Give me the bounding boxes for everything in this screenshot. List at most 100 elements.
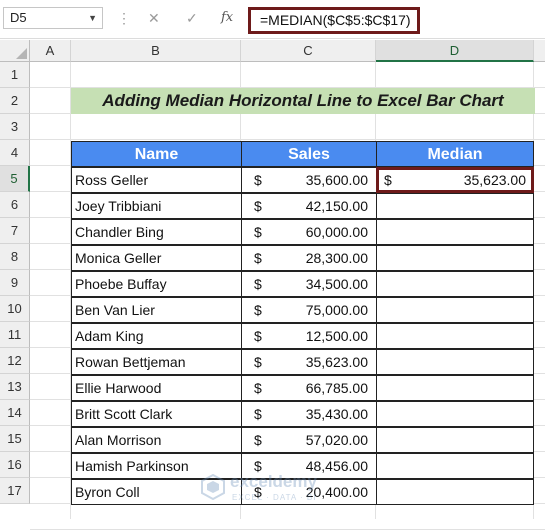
- sales-amount: 35,430.00: [305, 406, 368, 422]
- sales-cell[interactable]: $35,430.00: [241, 401, 377, 427]
- select-all-button[interactable]: [0, 40, 30, 62]
- formula-bar: D5 ▼ ⋮ ✕ ✓ fx =MEDIAN($C$5:$C$17): [0, 0, 545, 40]
- column-header-b[interactable]: B: [71, 40, 241, 62]
- gridline: [30, 139, 545, 140]
- name-cell[interactable]: Joey Tribbiani: [71, 193, 242, 219]
- sales-amount: 35,623.00: [305, 354, 368, 370]
- row-header-10[interactable]: 10: [0, 296, 30, 322]
- header-name: Name: [71, 141, 242, 167]
- median-cell[interactable]: [376, 349, 534, 375]
- median-cell[interactable]: [376, 245, 534, 271]
- sales-amount: 28,300.00: [305, 250, 368, 266]
- name-cell[interactable]: Monica Geller: [71, 245, 242, 271]
- name-cell[interactable]: Ben Van Lier: [71, 297, 242, 323]
- sales-currency: $: [254, 380, 262, 396]
- median-cell[interactable]: [376, 401, 534, 427]
- median-cell-selected[interactable]: $ 35,623.00: [376, 167, 534, 193]
- row-header-6[interactable]: 6: [0, 192, 30, 218]
- sales-currency: $: [254, 172, 262, 188]
- column-header-e[interactable]: [534, 40, 545, 62]
- sales-currency: $: [254, 354, 262, 370]
- name-box-value: D5: [10, 10, 27, 25]
- watermark-brand: exceldemy: [230, 472, 317, 491]
- sales-currency: $: [254, 432, 262, 448]
- median-cell[interactable]: [376, 323, 534, 349]
- name-cell[interactable]: Adam King: [71, 323, 242, 349]
- name-cell[interactable]: Alan Morrison: [71, 427, 242, 453]
- row-header-3[interactable]: 3: [0, 114, 30, 140]
- sales-currency: $: [254, 406, 262, 422]
- sales-cell[interactable]: $12,500.00: [241, 323, 377, 349]
- sales-cell[interactable]: $34,500.00: [241, 271, 377, 297]
- sales-currency: $: [254, 276, 262, 292]
- sales-cell[interactable]: $57,020.00: [241, 427, 377, 453]
- insert-function-icon[interactable]: fx: [221, 8, 233, 28]
- sales-cell[interactable]: $28,300.00: [241, 245, 377, 271]
- median-value: 35,623.00: [463, 172, 526, 188]
- sheet-title: Adding Median Horizontal Line to Excel B…: [71, 88, 535, 114]
- row-header-13[interactable]: 13: [0, 374, 30, 400]
- column-header-c[interactable]: C: [241, 40, 376, 62]
- formula-bar-grip-icon: ⋮: [117, 10, 131, 26]
- chevron-down-icon[interactable]: ▼: [88, 8, 97, 28]
- sales-amount: 42,150.00: [305, 198, 368, 214]
- median-cell[interactable]: [376, 297, 534, 323]
- sales-amount: 35,600.00: [305, 172, 368, 188]
- formula-input[interactable]: =MEDIAN($C$5:$C$17): [248, 7, 420, 34]
- row-header-7[interactable]: 7: [0, 218, 30, 244]
- cancel-icon[interactable]: ✕: [148, 8, 160, 28]
- row-header-8[interactable]: 8: [0, 244, 30, 270]
- name-cell[interactable]: Phoebe Buffay: [71, 271, 242, 297]
- row-header-16[interactable]: 16: [0, 452, 30, 478]
- sales-currency: $: [254, 224, 262, 240]
- row-header-12[interactable]: 12: [0, 348, 30, 374]
- row-header-2[interactable]: 2: [0, 88, 30, 114]
- sales-cell[interactable]: $60,000.00: [241, 219, 377, 245]
- column-header-a[interactable]: A: [30, 40, 71, 62]
- formula-bar-divider: [0, 38, 545, 39]
- sales-cell[interactable]: $75,000.00: [241, 297, 377, 323]
- median-cell[interactable]: [376, 479, 534, 505]
- name-cell[interactable]: Ross Geller: [71, 167, 242, 193]
- watermark: exceldemy EXCEL · DATA · BI: [200, 470, 350, 510]
- select-all-icon: [16, 48, 27, 59]
- name-box[interactable]: D5 ▼: [3, 7, 103, 29]
- name-cell[interactable]: Chandler Bing: [71, 219, 242, 245]
- sales-amount: 57,020.00: [305, 432, 368, 448]
- sales-currency: $: [254, 302, 262, 318]
- median-cell[interactable]: [376, 453, 534, 479]
- median-currency: $: [384, 172, 392, 188]
- header-sales: Sales: [241, 141, 377, 167]
- sales-cell[interactable]: $66,785.00: [241, 375, 377, 401]
- row-header-15[interactable]: 15: [0, 426, 30, 452]
- sales-amount: 34,500.00: [305, 276, 368, 292]
- sales-cell[interactable]: $35,600.00: [241, 167, 377, 193]
- row-header-5[interactable]: 5: [0, 166, 30, 192]
- sales-amount: 75,000.00: [305, 302, 368, 318]
- column-header-d[interactable]: D: [376, 40, 534, 62]
- sales-currency: $: [254, 250, 262, 266]
- sales-amount: 60,000.00: [305, 224, 368, 240]
- name-cell[interactable]: Britt Scott Clark: [71, 401, 242, 427]
- sales-amount: 12,500.00: [305, 328, 368, 344]
- sales-currency: $: [254, 198, 262, 214]
- sales-currency: $: [254, 328, 262, 344]
- row-header-14[interactable]: 14: [0, 400, 30, 426]
- sales-cell[interactable]: $42,150.00: [241, 193, 377, 219]
- median-cell[interactable]: [376, 427, 534, 453]
- median-cell[interactable]: [376, 193, 534, 219]
- median-cell[interactable]: [376, 375, 534, 401]
- row-header-1[interactable]: 1: [0, 62, 30, 88]
- row-header-9[interactable]: 9: [0, 270, 30, 296]
- name-cell[interactable]: Ellie Harwood: [71, 375, 242, 401]
- median-cell[interactable]: [376, 219, 534, 245]
- row-header-11[interactable]: 11: [0, 322, 30, 348]
- row-header-17[interactable]: 17: [0, 478, 30, 504]
- row-header-4[interactable]: 4: [0, 140, 30, 166]
- header-median: Median: [376, 141, 534, 167]
- exceldemy-logo-icon: [201, 474, 225, 500]
- enter-icon[interactable]: ✓: [186, 8, 198, 28]
- sales-cell[interactable]: $35,623.00: [241, 349, 377, 375]
- median-cell[interactable]: [376, 271, 534, 297]
- name-cell[interactable]: Rowan Bettjeman: [71, 349, 242, 375]
